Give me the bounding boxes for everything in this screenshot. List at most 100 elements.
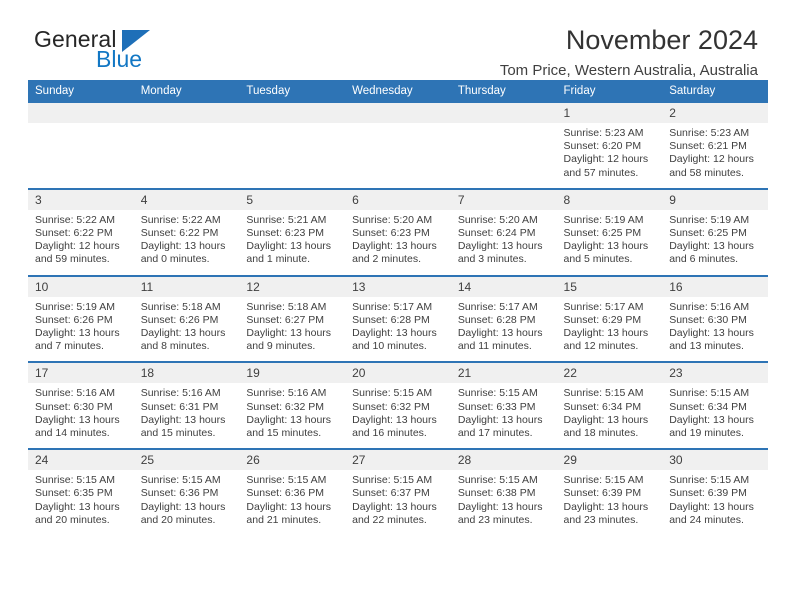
day-number: 10 (28, 276, 134, 297)
daylight-text-line2: and 15 minutes. (140, 427, 216, 440)
calendar-week-row: 24 Sunrise: 5:15 AM Sunset: 6:35 PM Dayligh… (28, 448, 768, 536)
daylight-text-line1: Daylight: 13 hours (140, 413, 226, 426)
sunset-text: Sunset: 6:35 PM (35, 487, 113, 500)
page-header: General Blue November 2024 Tom Price, We… (24, 0, 768, 79)
daylight-text-line1: Daylight: 13 hours (140, 240, 226, 253)
day-cell[interactable]: 1 Sunrise: 5:23 AM Sunset: 6:20 PM Daylight… (556, 103, 663, 189)
day-details: Sunrise: 5:19 AM Sunset: 6:26 PM Daylight:… (28, 297, 134, 362)
day-cell[interactable]: 24 Sunrise: 5:15 AM Sunset: 6:35 PM Dayligh… (28, 448, 134, 536)
day-cell[interactable]: 29 Sunrise: 5:15 AM Sunset: 6:39 PM Dayligh… (556, 448, 663, 536)
day-number: 7 (450, 189, 557, 210)
sunrise-text: Sunrise: 5:15 AM (352, 387, 433, 400)
day-number (450, 103, 557, 123)
sunrise-text: Sunrise: 5:22 AM (35, 213, 115, 226)
day-number: 13 (345, 276, 451, 297)
title-block: November 2024 Tom Price, Western Austral… (500, 24, 758, 80)
calendar-week-row: 10 Sunrise: 5:19 AM Sunset: 6:26 PM Dayligh… (28, 274, 768, 363)
weekday-header-monday: Monday (133, 80, 240, 103)
day-cell[interactable]: 11 Sunrise: 5:18 AM Sunset: 6:26 PM Dayligh… (133, 274, 240, 363)
sunrise-text: Sunrise: 5:17 AM (563, 300, 644, 313)
day-cell[interactable]: 19 Sunrise: 5:16 AM Sunset: 6:32 PM Dayligh… (239, 361, 346, 450)
sunset-text: Sunset: 6:31 PM (140, 400, 219, 413)
day-number: 30 (662, 450, 768, 471)
sunrise-text: Sunrise: 5:18 AM (246, 300, 327, 313)
day-cell[interactable]: 15 Sunrise: 5:17 AM Sunset: 6:29 PM Dayligh… (556, 274, 663, 363)
sunrise-text: Sunrise: 5:20 AM (457, 213, 538, 226)
sunrise-text: Sunrise: 5:16 AM (35, 387, 115, 400)
brand-logo[interactable]: General Blue (34, 26, 254, 74)
daylight-text-line1: Daylight: 13 hours (563, 413, 649, 426)
day-cell[interactable]: 6 Sunrise: 5:20 AM Sunset: 6:23 PM Daylight… (345, 187, 451, 276)
day-cell[interactable]: 10 Sunrise: 5:19 AM Sunset: 6:26 PM Dayligh… (28, 274, 134, 363)
day-cell[interactable]: 9 Sunrise: 5:19 AM Sunset: 6:25 PM Daylight… (662, 187, 768, 276)
daylight-text-line1: Daylight: 13 hours (246, 327, 332, 340)
day-cell[interactable]: 28 Sunrise: 5:15 AM Sunset: 6:38 PM Dayligh… (450, 448, 557, 536)
day-number: 28 (450, 450, 557, 471)
day-number: 19 (239, 363, 346, 384)
sunrise-text: Sunrise: 5:22 AM (140, 213, 221, 226)
daylight-text-line1: Daylight: 13 hours (246, 500, 332, 513)
sunset-text: Sunset: 6:23 PM (246, 227, 325, 240)
day-number: 18 (133, 363, 240, 384)
sunset-text: Sunset: 6:38 PM (457, 487, 536, 500)
sunrise-text: Sunrise: 5:15 AM (140, 474, 221, 487)
sunset-text: Sunset: 6:32 PM (246, 400, 325, 413)
brand-word-blue: Blue (96, 46, 143, 72)
sunset-text: Sunset: 6:26 PM (140, 313, 219, 326)
day-number: 17 (28, 363, 134, 384)
day-cell[interactable]: 18 Sunrise: 5:16 AM Sunset: 6:31 PM Dayligh… (133, 361, 240, 450)
sunset-text: Sunset: 6:28 PM (352, 313, 430, 326)
day-number: 29 (556, 450, 663, 471)
day-cell[interactable]: 13 Sunrise: 5:17 AM Sunset: 6:28 PM Dayligh… (345, 274, 451, 363)
day-cell-empty (345, 103, 451, 189)
sunset-text: Sunset: 6:24 PM (457, 227, 536, 240)
day-cell-empty (133, 103, 240, 189)
day-cell[interactable]: 21 Sunrise: 5:15 AM Sunset: 6:33 PM Dayligh… (450, 361, 557, 450)
day-cell[interactable]: 22 Sunrise: 5:15 AM Sunset: 6:34 PM Dayligh… (556, 361, 663, 450)
daylight-text-line1: Daylight: 13 hours (457, 240, 543, 253)
day-cell[interactable]: 5 Sunrise: 5:21 AM Sunset: 6:23 PM Daylight… (239, 187, 346, 276)
daylight-text-line2: and 17 minutes. (457, 427, 533, 440)
day-number: 26 (239, 450, 346, 471)
day-cell[interactable]: 25 Sunrise: 5:15 AM Sunset: 6:36 PM Dayligh… (133, 448, 240, 536)
day-cell[interactable]: 4 Sunrise: 5:22 AM Sunset: 6:22 PM Daylight… (133, 187, 240, 276)
daylight-text-line2: and 3 minutes. (457, 253, 527, 266)
day-cell[interactable]: 8 Sunrise: 5:19 AM Sunset: 6:25 PM Daylight… (556, 187, 663, 276)
day-cell[interactable]: 30 Sunrise: 5:15 AM Sunset: 6:39 PM Dayligh… (662, 448, 768, 536)
page-title: November 2024 (565, 25, 758, 55)
calendar-week-row: 17 Sunrise: 5:16 AM Sunset: 6:30 PM Dayligh… (28, 361, 768, 450)
day-cell[interactable]: 16 Sunrise: 5:16 AM Sunset: 6:30 PM Dayligh… (662, 274, 768, 363)
day-number: 2 (662, 103, 768, 123)
daylight-text-line2: and 20 minutes. (140, 513, 216, 526)
sunrise-text: Sunrise: 5:15 AM (35, 474, 115, 487)
day-details (28, 123, 134, 185)
day-details: Sunrise: 5:15 AM Sunset: 6:39 PM Daylight:… (557, 470, 663, 535)
day-details: Sunrise: 5:15 AM Sunset: 6:36 PM Daylight:… (134, 470, 240, 535)
day-cell[interactable]: 3 Sunrise: 5:22 AM Sunset: 6:22 PM Daylight… (28, 187, 134, 276)
day-details: Sunrise: 5:21 AM Sunset: 6:23 PM Daylight:… (239, 210, 345, 275)
day-details: Sunrise: 5:15 AM Sunset: 6:34 PM Daylight:… (662, 383, 768, 448)
sunset-text: Sunset: 6:30 PM (669, 313, 747, 326)
day-number: 5 (239, 189, 346, 210)
daylight-text-line2: and 0 minutes. (140, 253, 210, 266)
day-cell[interactable]: 14 Sunrise: 5:17 AM Sunset: 6:28 PM Dayligh… (450, 274, 557, 363)
day-cell[interactable]: 23 Sunrise: 5:15 AM Sunset: 6:34 PM Dayligh… (662, 361, 768, 450)
day-cell[interactable]: 7 Sunrise: 5:20 AM Sunset: 6:24 PM Daylight… (450, 187, 557, 276)
day-cell[interactable]: 20 Sunrise: 5:15 AM Sunset: 6:32 PM Dayligh… (345, 361, 451, 450)
daylight-text-line1: Daylight: 12 hours (669, 153, 754, 166)
day-cell[interactable]: 27 Sunrise: 5:15 AM Sunset: 6:37 PM Dayligh… (345, 448, 451, 536)
day-cell[interactable]: 2 Sunrise: 5:23 AM Sunset: 6:21 PM Daylight… (662, 103, 768, 189)
day-details: Sunrise: 5:17 AM Sunset: 6:28 PM Daylight:… (451, 297, 557, 362)
daylight-text-line2: and 5 minutes. (563, 253, 633, 266)
daylight-text-line1: Daylight: 12 hours (35, 240, 120, 253)
day-cell[interactable]: 26 Sunrise: 5:15 AM Sunset: 6:36 PM Dayligh… (239, 448, 346, 536)
day-number: 9 (662, 189, 768, 210)
day-details: Sunrise: 5:18 AM Sunset: 6:27 PM Daylight:… (239, 297, 345, 362)
day-number: 20 (345, 363, 451, 384)
daylight-text-line1: Daylight: 13 hours (669, 500, 754, 513)
day-details: Sunrise: 5:15 AM Sunset: 6:38 PM Daylight:… (451, 470, 557, 535)
weekday-header-wednesday: Wednesday (345, 80, 451, 103)
day-details: Sunrise: 5:15 AM Sunset: 6:33 PM Daylight:… (451, 383, 557, 448)
day-cell[interactable]: 17 Sunrise: 5:16 AM Sunset: 6:30 PM Dayligh… (28, 361, 134, 450)
day-cell[interactable]: 12 Sunrise: 5:18 AM Sunset: 6:27 PM Dayligh… (239, 274, 346, 363)
